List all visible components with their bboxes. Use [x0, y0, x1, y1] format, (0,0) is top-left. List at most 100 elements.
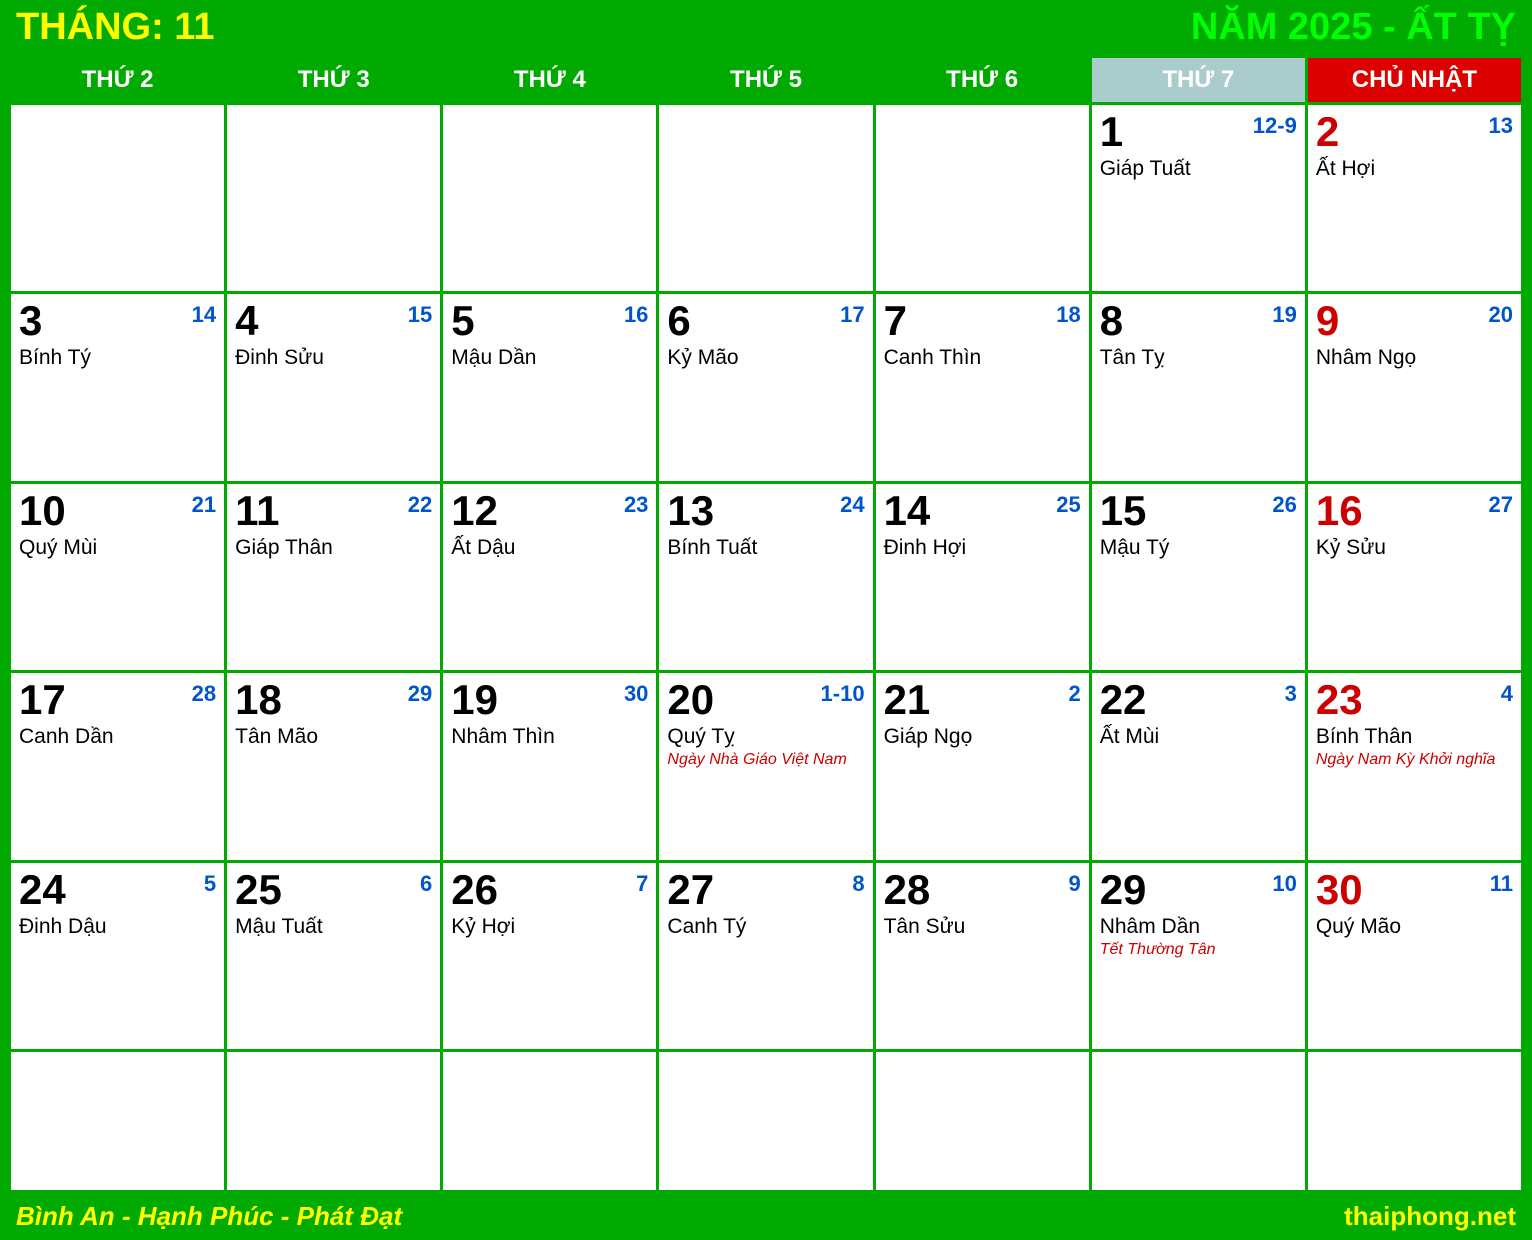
day-number: 25 — [235, 869, 432, 911]
lunar-number: 4 — [1501, 681, 1513, 707]
month-label: THÁNG: 11 — [16, 6, 214, 49]
lunar-name: Bính Tý — [19, 346, 216, 370]
day-number: 22 — [1100, 679, 1297, 721]
day-cell: 198Tân Tỵ — [1090, 293, 1306, 482]
day-number: 29 — [1100, 869, 1297, 911]
lunar-number: 29 — [408, 681, 432, 707]
lunar-number: 20 — [1489, 302, 1513, 328]
lunar-name: Quý Tỵ — [667, 725, 864, 749]
lunar-name: Tân Sửu — [884, 915, 1081, 939]
lunar-number: 9 — [1068, 871, 1080, 897]
lunar-number: 25 — [1056, 492, 1080, 518]
lunar-name: Mậu Tuất — [235, 915, 432, 939]
day-cell — [442, 104, 658, 293]
day-cell: 165 Mậu Dần — [442, 293, 658, 482]
calendar-header: THÁNG: 11 NĂM 2025 - ẤT TỴ — [0, 0, 1532, 55]
day-number: 4 — [235, 300, 432, 342]
lunar-name: Kỷ Hợi — [451, 915, 648, 939]
lunar-number: 27 — [1489, 492, 1513, 518]
day-cell: 154 Đinh Sửu — [226, 293, 442, 482]
lunar-name: Canh Thìn — [884, 346, 1081, 370]
lunar-number: 15 — [408, 302, 432, 328]
weekday-wed: THỨ 4 — [442, 57, 658, 104]
day-cell: 2110Quý Mùi — [10, 482, 226, 671]
day-number: 24 — [19, 869, 216, 911]
day-cell — [226, 1051, 442, 1192]
day-number: 27 — [667, 869, 864, 911]
calendar-row-0: 12-91Giáp Tuất132Ất Hợi — [10, 104, 1523, 293]
footer-motto: Bình An - Hạnh Phúc - Phát Đạt — [16, 1201, 402, 1232]
weekday-thu: THỨ 5 — [658, 57, 874, 104]
day-cell — [874, 104, 1090, 293]
lunar-name: Nhâm Thìn — [451, 725, 648, 749]
day-cell: 827Canh Tý — [658, 861, 874, 1050]
day-cell: 2413Bính Tuất — [658, 482, 874, 671]
day-cell: 2716Kỷ Sửu — [1306, 482, 1522, 671]
lunar-name: Giáp Tuất — [1100, 157, 1297, 181]
lunar-name: Tân Mão — [235, 725, 432, 749]
day-cell: 143Bính Tý — [10, 293, 226, 482]
lunar-name: Mậu Dần — [451, 346, 648, 370]
lunar-number: 24 — [840, 492, 864, 518]
lunar-name: Quý Mùi — [19, 536, 216, 560]
day-cell — [226, 104, 442, 293]
calendar-row-5 — [10, 1051, 1523, 1192]
weekday-fri: THỨ 6 — [874, 57, 1090, 104]
day-cell: 2211Giáp Thân — [226, 482, 442, 671]
day-number: 26 — [451, 869, 648, 911]
day-number: 13 — [667, 490, 864, 532]
lunar-name: Tân Tỵ — [1100, 346, 1297, 370]
day-cell: 726Kỷ Hợi — [442, 861, 658, 1050]
calendar-wrapper: THỨ 2 THỨ 3 THỨ 4 THỨ 5 THỨ 6 THỨ 7 CHỦ … — [0, 55, 1532, 1193]
lunar-number: 1-10 — [821, 681, 865, 707]
day-cell — [1306, 1051, 1522, 1192]
day-cell — [1090, 1051, 1306, 1192]
day-cell: 1029Nhâm DầnTết Thường Tân — [1090, 861, 1306, 1050]
day-number: 19 — [451, 679, 648, 721]
lunar-number: 5 — [204, 871, 216, 897]
lunar-number: 18 — [1056, 302, 1080, 328]
day-cell — [442, 1051, 658, 1192]
lunar-name: Canh Dần — [19, 725, 216, 749]
lunar-number: 28 — [192, 681, 216, 707]
weekday-header-row: THỨ 2 THỨ 3 THỨ 4 THỨ 5 THỨ 6 THỨ 7 CHỦ … — [10, 57, 1523, 104]
lunar-number: 23 — [624, 492, 648, 518]
day-number: 11 — [235, 490, 432, 532]
lunar-number: 22 — [408, 492, 432, 518]
lunar-number: 6 — [420, 871, 432, 897]
lunar-number: 16 — [624, 302, 648, 328]
day-cell: 176Kỷ Mão — [658, 293, 874, 482]
day-cell: 209Nhâm Ngọ — [1306, 293, 1522, 482]
lunar-number: 8 — [852, 871, 864, 897]
day-cell — [658, 1051, 874, 1192]
day-number: 5 — [451, 300, 648, 342]
lunar-name: Nhâm Dần — [1100, 915, 1297, 939]
lunar-name: Mậu Tý — [1100, 536, 1297, 560]
lunar-name: Đinh Sửu — [235, 346, 432, 370]
lunar-name: Ất Dậu — [451, 536, 648, 560]
weekday-sat: THỨ 7 — [1090, 57, 1306, 104]
day-cell — [874, 1051, 1090, 1192]
lunar-number: 17 — [840, 302, 864, 328]
day-cell — [658, 104, 874, 293]
day-number: 6 — [667, 300, 864, 342]
day-cell: 3019Nhâm Thìn — [442, 672, 658, 861]
calendar-row-1: 143Bính Tý 154 Đinh Sửu 165 Mậu Dần 176Kỷ Mão… — [10, 293, 1523, 482]
day-number: 16 — [1316, 490, 1513, 532]
day-number: 28 — [884, 869, 1081, 911]
calendar-row-4: 524Đinh Dậu625Mậu Tuất726Kỷ Hợi827Canh T… — [10, 861, 1523, 1050]
lunar-name: Nhâm Ngọ — [1316, 346, 1513, 370]
lunar-name: Đinh Hợi — [884, 536, 1081, 560]
event-label: Tết Thường Tân — [1100, 941, 1297, 959]
day-cell: 2918 Tân Mão — [226, 672, 442, 861]
day-cell — [10, 104, 226, 293]
day-cell: 322Ất Mùi — [1090, 672, 1306, 861]
day-number: 18 — [235, 679, 432, 721]
day-number: 2 — [1316, 111, 1513, 153]
day-number: 30 — [1316, 869, 1513, 911]
event-label: Ngày Nam Kỳ Khởi nghĩa — [1316, 751, 1513, 769]
day-cell: 2312Ất Dậu — [442, 482, 658, 671]
lunar-number: 26 — [1272, 492, 1296, 518]
lunar-name: Giáp Ngọ — [884, 725, 1081, 749]
day-cell: 2817Canh Dần — [10, 672, 226, 861]
